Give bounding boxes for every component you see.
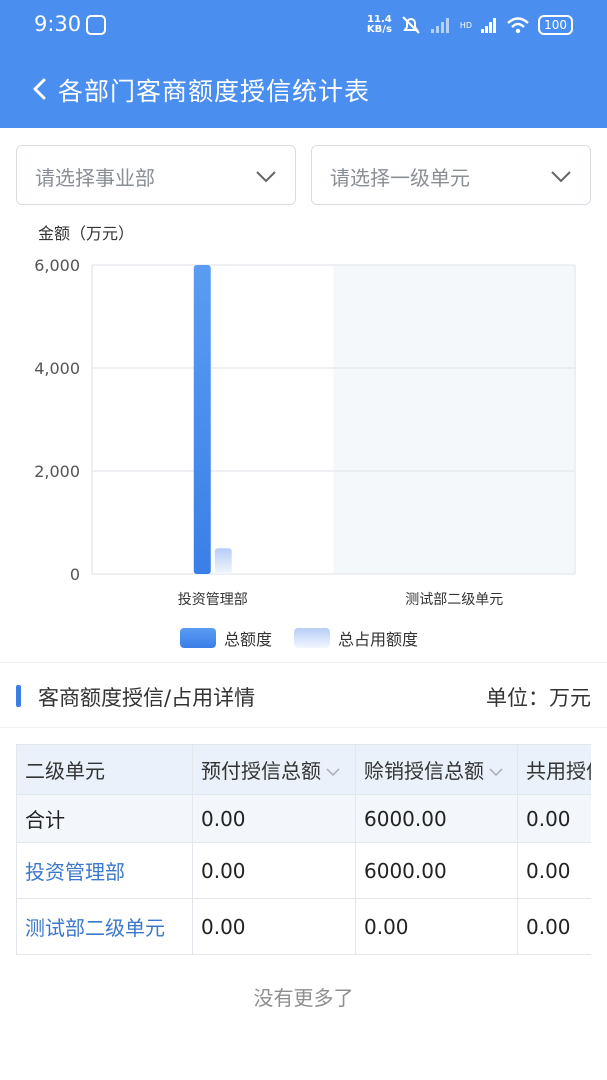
details-title: 客商额度授信/占用详情 xyxy=(38,686,256,710)
app-notification-icon xyxy=(86,15,106,35)
table-cell: 0.00 xyxy=(192,898,356,955)
table-row: 测试部二级单元 0.00 0.00 0.00 xyxy=(16,898,591,955)
x-tick-label: 投资管理部 xyxy=(178,592,248,608)
level1-unit-select[interactable]: 请选择一级单元 xyxy=(311,145,591,205)
table-cell: 0.00 xyxy=(517,842,591,899)
col-header-prepaid[interactable]: 预付授信总额 xyxy=(192,744,356,795)
table-cell: 0.00 xyxy=(355,898,518,955)
business-unit-placeholder: 请选择事业部 xyxy=(35,166,155,190)
network-speed-unit: KB/s xyxy=(366,24,392,35)
page-title: 各部门客商额度授信统计表 xyxy=(58,77,371,106)
y-tick-label: 0 xyxy=(70,565,80,584)
nav-bar: 各部门客商额度授信统计表 xyxy=(0,60,607,120)
hd-badge: HD xyxy=(459,20,473,30)
legend-item-used[interactable]: 总占用额度 xyxy=(294,626,418,650)
status-bar: 9:30 11.4 KB/s HD 100 xyxy=(0,0,607,52)
col-header-shared[interactable]: 共用授信 xyxy=(517,744,591,795)
y-tick-label: 6,000 xyxy=(34,256,80,275)
details-table-container[interactable]: 二级单元 预付授信总额 赊销授信总额 共用授信 合计 0.00 6000.00 … xyxy=(16,744,591,956)
col-header-unit: 二级单元 xyxy=(16,744,193,795)
top-bar: 9:30 11.4 KB/s HD 100 各部门客商额度授信统计表 xyxy=(0,0,607,128)
sort-chevron-icon[interactable] xyxy=(325,766,341,778)
col-header-credit-sale[interactable]: 赊销授信总额 xyxy=(355,744,518,795)
status-indicators: 11.4 KB/s HD 100 xyxy=(367,14,573,36)
wifi-icon xyxy=(507,17,529,34)
bell-muted-icon xyxy=(402,16,420,34)
legend-swatch-total xyxy=(180,628,216,648)
details-table: 二级单元 预付授信总额 赊销授信总额 共用授信 合计 0.00 6000.00 … xyxy=(16,744,591,955)
status-time: 9:30 xyxy=(34,12,82,36)
unit-link[interactable]: 测试部二级单元 xyxy=(16,898,193,955)
table-cell: 0.00 xyxy=(517,794,591,843)
table-row-total: 合计 0.00 6000.00 0.00 xyxy=(16,794,591,843)
details-unit: 单位：万元 xyxy=(486,686,591,710)
network-speed: 11.4 KB/s xyxy=(367,15,392,35)
bar-total xyxy=(193,265,211,574)
level1-unit-placeholder: 请选择一级单元 xyxy=(330,166,470,190)
legend-label-total: 总额度 xyxy=(224,630,273,649)
table-cell: 0.00 xyxy=(517,898,591,955)
table-cell: 0.00 xyxy=(192,794,356,843)
unit-link[interactable]: 投资管理部 xyxy=(16,842,193,899)
table-cell: 6000.00 xyxy=(355,842,518,899)
battery-indicator: 100 xyxy=(538,15,573,35)
bar-used xyxy=(214,548,232,574)
signal-strong-icon xyxy=(481,18,497,33)
sort-chevron-icon[interactable] xyxy=(488,766,504,778)
y-axis-label: 金额（万元） xyxy=(38,224,134,243)
x-tick-label: 测试部二级单元 xyxy=(405,592,503,608)
legend-label-used: 总占用额度 xyxy=(338,630,419,649)
y-tick-label: 4,000 xyxy=(34,359,80,378)
section-accent-bar xyxy=(16,685,21,707)
table-header-row: 二级单元 预付授信总额 赊销授信总额 共用授信 xyxy=(16,744,591,795)
credit-bar-chart: 金额（万元） 0 2,000 4,000 6,000 投资管理部 测试部二级单元 xyxy=(34,224,576,608)
signal-weak-icon xyxy=(430,18,449,33)
chevron-down-icon xyxy=(551,171,571,183)
chart-legend: 总额度 总占用额度 xyxy=(0,626,607,650)
y-tick-label: 2,000 xyxy=(34,462,80,481)
plot-band xyxy=(333,265,575,574)
legend-item-total[interactable]: 总额度 xyxy=(180,626,272,650)
chevron-down-icon xyxy=(256,171,276,183)
business-unit-select[interactable]: 请选择事业部 xyxy=(16,145,296,205)
table-cell: 6000.00 xyxy=(355,794,518,843)
details-section-header: 客商额度授信/占用详情 单位：万元 xyxy=(0,662,607,728)
table-cell: 合计 xyxy=(16,794,193,843)
back-arrow-icon[interactable] xyxy=(26,74,56,104)
table-cell: 0.00 xyxy=(192,842,356,899)
legend-swatch-used xyxy=(294,628,330,648)
no-more-text: 没有更多了 xyxy=(253,986,354,1010)
table-row: 投资管理部 0.00 6000.00 0.00 xyxy=(16,842,591,899)
